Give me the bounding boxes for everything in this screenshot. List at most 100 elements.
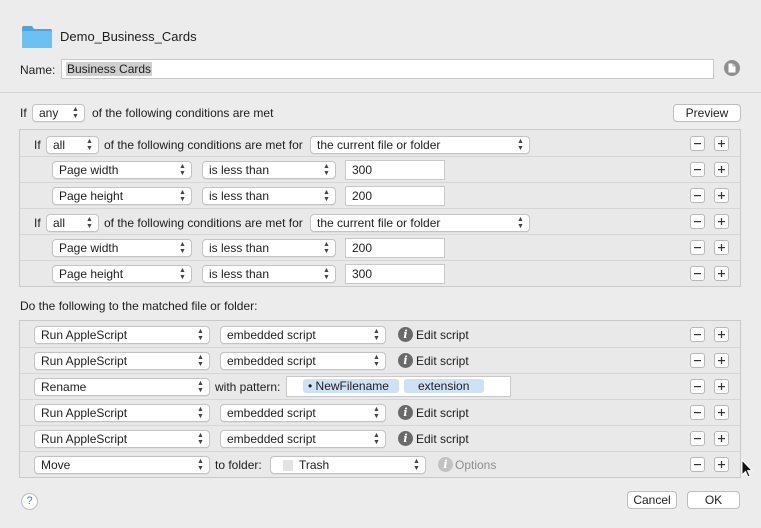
- row-divider: [20, 451, 740, 452]
- name-field[interactable]: Business Cards: [61, 59, 714, 79]
- remove-button[interactable]: [690, 405, 705, 420]
- add-button[interactable]: [714, 327, 729, 342]
- script-source-popup[interactable]: embedded script ▲ ▼: [220, 326, 386, 344]
- chevron-updown-icon: ▲ ▼: [373, 432, 380, 446]
- options-link[interactable]: Options: [455, 458, 496, 472]
- script-source-value: embedded script: [227, 406, 316, 420]
- destination-popup[interactable]: Trash ▲ ▼: [270, 456, 426, 474]
- remove-button[interactable]: [690, 188, 705, 203]
- value-field[interactable]: 200: [345, 186, 445, 206]
- chevron-updown-icon: ▲ ▼: [197, 458, 204, 472]
- operator-value: is less than: [209, 163, 270, 177]
- pattern-token[interactable]: • NewFilename: [303, 379, 399, 393]
- action-value: Run AppleScript: [41, 406, 128, 420]
- cancel-button[interactable]: Cancel: [627, 491, 677, 509]
- add-button[interactable]: [714, 379, 729, 394]
- pattern-token[interactable]: extension: [404, 379, 484, 393]
- value-field[interactable]: 200: [345, 238, 445, 258]
- pattern-field[interactable]: • NewFilename extension: [286, 376, 511, 397]
- action-popup[interactable]: Run AppleScript ▲ ▼: [34, 326, 210, 344]
- group-target-popup[interactable]: the current file or folder ▲ ▼: [310, 136, 530, 154]
- plus-icon: [718, 383, 725, 390]
- condition-suffix: of the following conditions are met: [92, 106, 274, 120]
- value-field[interactable]: 300: [345, 264, 445, 284]
- operator-popup[interactable]: is less than ▲ ▼: [202, 265, 336, 283]
- plus-icon: [718, 140, 725, 147]
- help-button[interactable]: ?: [21, 493, 38, 510]
- script-source-popup[interactable]: embedded script ▲ ▼: [220, 430, 386, 448]
- action-popup[interactable]: Rename ▲ ▼: [34, 378, 210, 396]
- match-any-popup[interactable]: any ▲ ▼: [32, 104, 85, 122]
- add-button[interactable]: [714, 405, 729, 420]
- group-target-popup[interactable]: the current file or folder ▲ ▼: [310, 214, 530, 232]
- chevron-updown-icon: ▲ ▼: [517, 138, 524, 152]
- row-divider: [20, 260, 740, 261]
- conditions-box: If all ▲ ▼ of the following conditions ar…: [19, 129, 741, 287]
- attribute-popup[interactable]: Page height ▲ ▼: [52, 187, 192, 205]
- attribute-popup[interactable]: Page width ▲ ▼: [52, 161, 192, 179]
- attribute-popup[interactable]: Page width ▲ ▼: [52, 239, 192, 257]
- document-icon[interactable]: [724, 60, 740, 76]
- group-match-popup[interactable]: all ▲ ▼: [46, 136, 99, 154]
- plus-icon: [718, 218, 725, 225]
- group-target-value: the current file or folder: [317, 216, 441, 230]
- add-button[interactable]: [714, 240, 729, 255]
- script-source-popup[interactable]: embedded script ▲ ▼: [220, 352, 386, 370]
- remove-button[interactable]: [690, 214, 705, 229]
- row-divider: [20, 425, 740, 426]
- add-button[interactable]: [714, 266, 729, 281]
- remove-button[interactable]: [690, 379, 705, 394]
- remove-button[interactable]: [690, 353, 705, 368]
- info-icon[interactable]: i: [398, 405, 413, 420]
- edit-script-link[interactable]: Edit script: [416, 406, 469, 420]
- value-field[interactable]: 300: [345, 160, 445, 180]
- script-source-value: embedded script: [227, 354, 316, 368]
- info-icon[interactable]: i: [398, 327, 413, 342]
- ok-button[interactable]: OK: [687, 491, 740, 509]
- remove-button[interactable]: [690, 457, 705, 472]
- remove-button[interactable]: [690, 327, 705, 342]
- action-popup[interactable]: Run AppleScript ▲ ▼: [34, 352, 210, 370]
- info-icon[interactable]: i: [398, 431, 413, 446]
- action-popup[interactable]: Run AppleScript ▲ ▼: [34, 404, 210, 422]
- action-value: Run AppleScript: [41, 354, 128, 368]
- attribute-value: Page height: [59, 189, 124, 203]
- minus-icon: [694, 143, 701, 145]
- add-button[interactable]: [714, 431, 729, 446]
- minus-icon: [694, 360, 701, 362]
- group-target-value: the current file or folder: [317, 138, 441, 152]
- add-button[interactable]: [714, 214, 729, 229]
- destination-value: Trash: [299, 458, 330, 472]
- name-label: Name:: [20, 63, 56, 77]
- remove-button[interactable]: [690, 162, 705, 177]
- add-button[interactable]: [714, 353, 729, 368]
- rule-title: Demo_Business_Cards: [60, 29, 197, 44]
- edit-script-link[interactable]: Edit script: [416, 354, 469, 368]
- remove-button[interactable]: [690, 266, 705, 281]
- operator-popup[interactable]: is less than ▲ ▼: [202, 239, 336, 257]
- attribute-popup[interactable]: Page height ▲ ▼: [52, 265, 192, 283]
- action-value: Run AppleScript: [41, 432, 128, 446]
- script-source-popup[interactable]: embedded script ▲ ▼: [220, 404, 386, 422]
- add-button[interactable]: [714, 457, 729, 472]
- action-popup[interactable]: Move ▲ ▼: [34, 456, 210, 474]
- operator-popup[interactable]: is less than ▲ ▼: [202, 187, 336, 205]
- add-button[interactable]: [714, 188, 729, 203]
- info-icon[interactable]: i: [438, 457, 453, 472]
- action-value: Move: [41, 458, 71, 472]
- group-match-popup[interactable]: all ▲ ▼: [46, 214, 99, 232]
- plus-icon: [718, 166, 725, 173]
- info-icon[interactable]: i: [398, 353, 413, 368]
- minus-icon: [694, 438, 701, 440]
- remove-button[interactable]: [690, 431, 705, 446]
- minus-icon: [694, 169, 701, 171]
- add-button[interactable]: [714, 162, 729, 177]
- edit-script-link[interactable]: Edit script: [416, 328, 469, 342]
- operator-popup[interactable]: is less than ▲ ▼: [202, 161, 336, 179]
- remove-button[interactable]: [690, 136, 705, 151]
- remove-button[interactable]: [690, 240, 705, 255]
- edit-script-link[interactable]: Edit script: [416, 432, 469, 446]
- action-popup[interactable]: Run AppleScript ▲ ▼: [34, 430, 210, 448]
- preview-button[interactable]: Preview: [673, 104, 741, 122]
- add-button[interactable]: [714, 136, 729, 151]
